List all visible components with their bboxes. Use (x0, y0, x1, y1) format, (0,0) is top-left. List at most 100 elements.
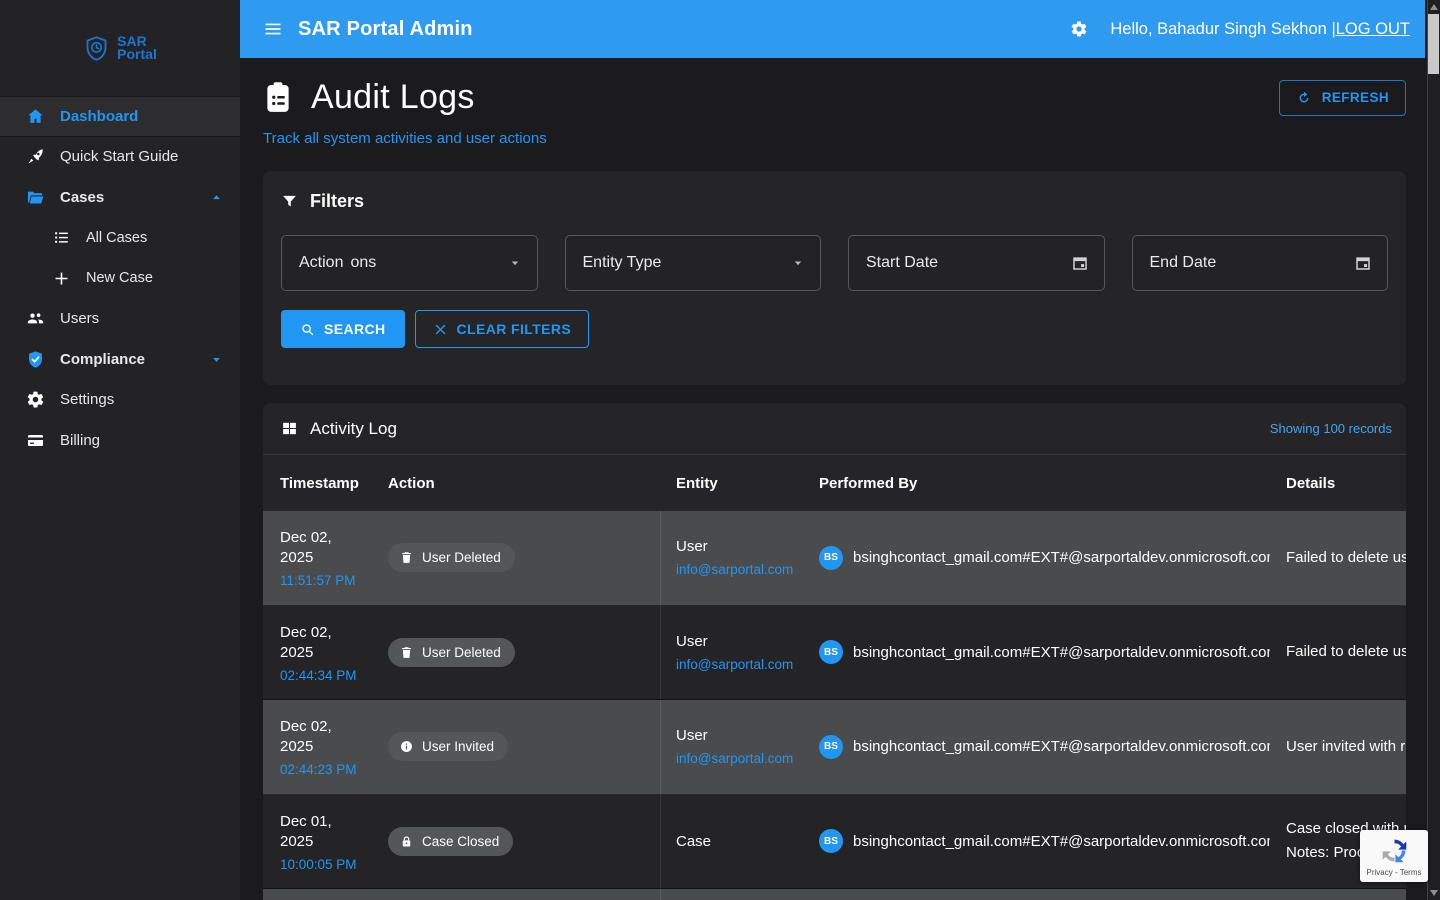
avatar: BS (819, 546, 843, 570)
logout-link[interactable]: LOG OUT (1336, 20, 1410, 38)
activity-log-header: Activity Log Showing 100 records (263, 403, 1406, 455)
table-row: Dec 02, 2025 02:44:23 PM User Invited Us… (263, 700, 1406, 795)
action-badge: User Deleted (388, 638, 515, 667)
entity-cell: Case (661, 795, 803, 889)
avatar: BS (819, 640, 843, 664)
timestamp-cell: Dec 01, 2025 10:00:05 PM (263, 795, 368, 889)
topbar: SAR Portal Admin Hello, Bahadur Singh Se… (240, 0, 1425, 58)
info-icon (399, 739, 414, 754)
clear-filters-button[interactable]: CLEAR FILTERS (415, 310, 590, 348)
search-button[interactable]: SEARCH (281, 310, 405, 348)
page-subtitle: Track all system activities and user act… (263, 130, 1406, 147)
sidebar-item-cases[interactable]: Cases (0, 177, 240, 218)
performed-by-cell: BS bsinghcontact_gmail.com#EXT#@sarporta… (803, 606, 1270, 700)
folder-icon (26, 188, 45, 207)
sidebar-item-compliance[interactable]: Compliance (0, 339, 240, 380)
filter-funnel-icon (281, 193, 298, 210)
shield-icon (26, 350, 45, 369)
activity-log-panel: Activity Log Showing 100 records Timesta… (263, 403, 1406, 900)
sidebar-item-label: All Cases (86, 230, 147, 246)
column-header-entity: Entity (661, 475, 803, 492)
gear-icon (26, 390, 45, 409)
grid-table-icon (281, 420, 298, 437)
activity-table-header: TimestampActionEntityPerformed ByDetails (263, 455, 1406, 511)
table-row: Dec 02, 2025 11:51:57 PM User Deleted Us… (263, 511, 1406, 606)
end-date-label: End Date (1150, 254, 1217, 272)
recaptcha-badge[interactable]: Privacy - Terms (1360, 830, 1428, 882)
sidebar-item-new-case[interactable]: New Case (0, 258, 240, 299)
list-icon (52, 228, 71, 247)
user-greeting: Hello, Bahadur Singh Sekhon |LOG OUT (1110, 20, 1410, 39)
trash-icon (399, 645, 414, 660)
app-window: SAR Portal Dashboard Quick Start Guide C… (0, 0, 1440, 900)
home-icon (26, 107, 45, 126)
sidebar-item-quick-start-guide[interactable]: Quick Start Guide (0, 137, 240, 178)
avatar: BS (819, 829, 843, 853)
entity-type-label: Entity Type (583, 254, 662, 272)
end-date-field[interactable]: End Date (1132, 235, 1389, 291)
sidebar-item-label: Cases (60, 189, 104, 206)
close-icon (433, 322, 448, 337)
sidebar-item-label: Users (60, 310, 99, 327)
recaptcha-privacy-terms: Privacy - Terms (1367, 868, 1422, 877)
sar-portal-logo: SAR Portal (0, 0, 240, 96)
scrollbar-thumb[interactable] (1428, 14, 1439, 74)
sidebar-item-all-cases[interactable]: All Cases (0, 218, 240, 259)
window-scrollbar (1425, 0, 1440, 900)
entity-type-select[interactable]: Entity Type (565, 235, 822, 291)
filters-panel: Filters Action ons Entity Type Start Date (263, 171, 1406, 385)
details-cell: Successfully extract (1270, 889, 1406, 900)
records-count: Showing 100 records (1270, 421, 1392, 436)
chevron-down-icon (791, 256, 805, 270)
page-content: Audit Logs REFRESH Track all system acti… (240, 58, 1425, 900)
entity-email-link: info@sarportal.com (676, 562, 803, 577)
action-select-label: Action (299, 254, 343, 272)
page-header: Audit Logs REFRESH (263, 78, 1406, 117)
action-cell (368, 889, 661, 900)
settings-gear-icon[interactable] (1070, 20, 1088, 38)
filters-heading: Filters (281, 191, 1388, 212)
action-cell: User Invited (368, 700, 661, 794)
users-icon (26, 309, 45, 328)
sidebar-item-settings[interactable]: Settings (0, 380, 240, 421)
sidebar-item-billing[interactable]: Billing (0, 420, 240, 461)
scrollbar-track[interactable] (1427, 0, 1440, 900)
refresh-button[interactable]: REFRESH (1279, 80, 1406, 116)
trash-icon (399, 550, 414, 565)
sidebar-item-label: New Case (86, 270, 153, 286)
action-cell: Case Closed (368, 795, 661, 889)
plus-icon (52, 269, 71, 288)
sidebar-item-label: Quick Start Guide (60, 148, 178, 165)
performed-by-cell (803, 889, 1270, 900)
sidebar-item-label: Compliance (60, 351, 145, 368)
chevron-down-icon (508, 256, 522, 270)
action-select-overlap-text: ons (350, 254, 376, 272)
start-date-field[interactable]: Start Date (848, 235, 1105, 291)
details-cell: User invited with ro (1270, 700, 1406, 794)
hamburger-menu-icon[interactable] (263, 19, 283, 39)
sidebar-item-dashboard[interactable]: Dashboard (0, 96, 240, 137)
sidebar-item-users[interactable]: Users (0, 299, 240, 340)
rocket-icon (26, 147, 45, 166)
avatar: BS (819, 735, 843, 759)
timestamp-cell: Dec 02, 2025 02:44:23 PM (263, 700, 368, 794)
calendar-icon[interactable] (1071, 254, 1089, 272)
sidebar-nav: Dashboard Quick Start Guide Cases All Ca… (0, 96, 240, 461)
scrollbar-down-arrow[interactable] (1430, 890, 1438, 896)
details-cell: Failed to delete use (1270, 606, 1406, 700)
performed-by-cell: BS bsinghcontact_gmail.com#EXT#@sarporta… (803, 700, 1270, 794)
column-header-timestamp: Timestamp (263, 475, 368, 492)
refresh-icon (1296, 90, 1312, 106)
caret-down-icon (209, 352, 224, 367)
main-area: SAR Portal Admin Hello, Bahadur Singh Se… (240, 0, 1425, 900)
entity-email-link: info@sarportal.com (676, 657, 803, 672)
entity-cell: User info@sarportal.com (661, 700, 803, 794)
sidebar: SAR Portal Dashboard Quick Start Guide C… (0, 0, 240, 900)
logo-text: SAR Portal (117, 35, 157, 61)
scrollbar-up-arrow[interactable] (1430, 4, 1438, 10)
timestamp-cell: Dec 02, 2025 02:44:34 PM (263, 606, 368, 700)
action-select[interactable]: Action ons (281, 235, 538, 291)
entity-cell: User info@sarportal.com (661, 606, 803, 700)
calendar-icon[interactable] (1354, 254, 1372, 272)
card-icon (26, 431, 45, 450)
